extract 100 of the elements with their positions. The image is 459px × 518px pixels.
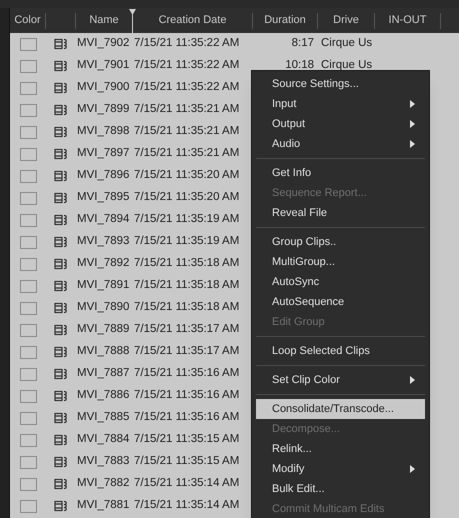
film-clip-icon <box>54 280 68 292</box>
creation-date: 7/15/21 11:35:21 AM <box>134 147 240 160</box>
menu-item[interactable]: Audio <box>256 134 425 154</box>
column-header[interactable]: Drive <box>333 12 359 29</box>
clip-color-swatch[interactable] <box>20 258 36 270</box>
column-header[interactable]: Duration <box>264 12 306 29</box>
creation-date: 7/15/21 11:35:15 AM <box>134 433 240 446</box>
submenu-arrow-icon <box>410 100 415 108</box>
creation-date: 7/15/21 11:35:14 AM <box>134 499 240 512</box>
clip-color-swatch[interactable] <box>20 192 36 204</box>
clip-color-swatch[interactable] <box>20 170 36 182</box>
clip-color-swatch[interactable] <box>20 214 36 226</box>
creation-date: 7/15/21 11:35:18 AM <box>134 279 240 292</box>
creation-date: 7/15/21 11:35:22 AM <box>134 59 240 72</box>
submenu-arrow-icon <box>410 140 415 148</box>
clip-name: MVI_7902 <box>77 37 130 50</box>
clip-color-swatch[interactable] <box>20 60 36 72</box>
duration: 8:17 <box>292 36 314 52</box>
menu-item[interactable]: Set Clip Color <box>256 370 425 390</box>
submenu-arrow-icon <box>410 376 415 384</box>
film-clip-icon <box>54 214 68 226</box>
creation-date: 7/15/21 11:35:18 AM <box>134 301 240 314</box>
drive-name: Cirque Us <box>321 37 372 50</box>
menu-item[interactable]: Reveal File <box>256 203 425 223</box>
creation-date: 7/15/21 11:35:15 AM <box>134 455 240 468</box>
clip-color-swatch[interactable] <box>20 104 36 116</box>
clip-color-swatch[interactable] <box>20 126 36 138</box>
column-header[interactable]: IN-OUT <box>388 12 426 29</box>
film-clip-icon <box>54 478 68 490</box>
clip-name: MVI_7882 <box>77 477 130 490</box>
clip-color-swatch[interactable] <box>20 280 36 292</box>
clip-color-swatch[interactable] <box>20 38 36 50</box>
film-clip-icon <box>54 324 68 336</box>
clip-color-swatch[interactable] <box>20 324 36 336</box>
creation-date: 7/15/21 11:35:19 AM <box>134 213 240 226</box>
film-clip-icon <box>54 192 68 204</box>
menu-item[interactable]: Modify <box>256 459 425 479</box>
submenu-arrow-icon <box>410 465 415 473</box>
clip-name: MVI_7885 <box>77 411 130 424</box>
film-clip-icon <box>54 390 68 402</box>
clip-name: MVI_7887 <box>77 367 130 380</box>
film-clip-icon <box>54 346 68 358</box>
film-clip-icon <box>54 126 68 138</box>
clip-name: MVI_7899 <box>77 103 130 116</box>
clip-name: MVI_7893 <box>77 235 130 248</box>
menu-item[interactable]: Group Clips.. <box>256 232 425 252</box>
film-clip-icon <box>54 82 68 94</box>
clip-color-swatch[interactable] <box>20 456 36 468</box>
menu-item[interactable]: AutoSequence <box>256 292 425 312</box>
clip-name: MVI_7889 <box>77 323 130 336</box>
menu-item[interactable]: Bulk Edit... <box>256 479 425 499</box>
film-clip-icon <box>54 38 68 50</box>
menu-item[interactable]: MultiGroup... <box>256 252 425 272</box>
creation-date: 7/15/21 11:35:16 AM <box>134 389 240 402</box>
column-header[interactable]: Creation Date <box>158 12 226 29</box>
clip-name: MVI_7891 <box>77 279 130 292</box>
clip-name: MVI_7890 <box>77 301 130 314</box>
menu-item[interactable]: Get Info <box>256 163 425 183</box>
film-clip-icon <box>54 412 68 424</box>
clip-color-swatch[interactable] <box>20 346 36 358</box>
film-clip-icon <box>54 500 68 512</box>
clip-color-swatch[interactable] <box>20 412 36 424</box>
clip-name: MVI_7894 <box>77 213 130 226</box>
menu-item[interactable]: Output <box>256 114 425 134</box>
clip-color-swatch[interactable] <box>20 390 36 402</box>
clip-color-swatch[interactable] <box>20 148 36 160</box>
clip-color-swatch[interactable] <box>20 478 36 490</box>
menu-item[interactable]: Consolidate/Transcode... <box>256 399 425 419</box>
clip-name: MVI_7888 <box>77 345 130 358</box>
clip-color-swatch[interactable] <box>20 302 36 314</box>
clip-name: MVI_7892 <box>77 257 130 270</box>
film-clip-icon <box>54 456 68 468</box>
film-clip-icon <box>54 104 68 116</box>
clip-color-swatch[interactable] <box>20 368 36 380</box>
drive-name: Cirque Us <box>321 59 372 72</box>
film-clip-icon <box>54 258 68 270</box>
menu-item[interactable]: Source Settings... <box>256 74 425 94</box>
menu-item[interactable]: Loop Selected Clips <box>256 341 425 361</box>
creation-date: 7/15/21 11:35:16 AM <box>134 367 240 380</box>
duration: 10:18 <box>285 58 314 74</box>
film-clip-icon <box>54 170 68 182</box>
clip-color-swatch[interactable] <box>20 236 36 248</box>
clip-color-swatch[interactable] <box>20 82 36 94</box>
clip-color-swatch[interactable] <box>20 500 36 512</box>
clip-name: MVI_7901 <box>77 59 130 72</box>
film-clip-icon <box>54 434 68 446</box>
creation-date: 7/15/21 11:35:20 AM <box>134 169 240 182</box>
clip-name: MVI_7881 <box>77 499 130 512</box>
film-clip-icon <box>54 302 68 314</box>
film-clip-icon <box>54 60 68 72</box>
menu-item[interactable]: Relink... <box>256 439 425 459</box>
film-clip-icon <box>54 368 68 380</box>
menu-item[interactable]: Input <box>256 94 425 114</box>
column-header[interactable]: Color <box>14 12 41 29</box>
clip-name: MVI_7896 <box>77 169 130 182</box>
clip-color-swatch[interactable] <box>20 434 36 446</box>
creation-date: 7/15/21 11:35:14 AM <box>134 477 240 490</box>
menu-item[interactable]: AutoSync <box>256 272 425 292</box>
column-header[interactable]: Name <box>89 12 119 29</box>
creation-date: 7/15/21 11:35:20 AM <box>134 191 240 204</box>
